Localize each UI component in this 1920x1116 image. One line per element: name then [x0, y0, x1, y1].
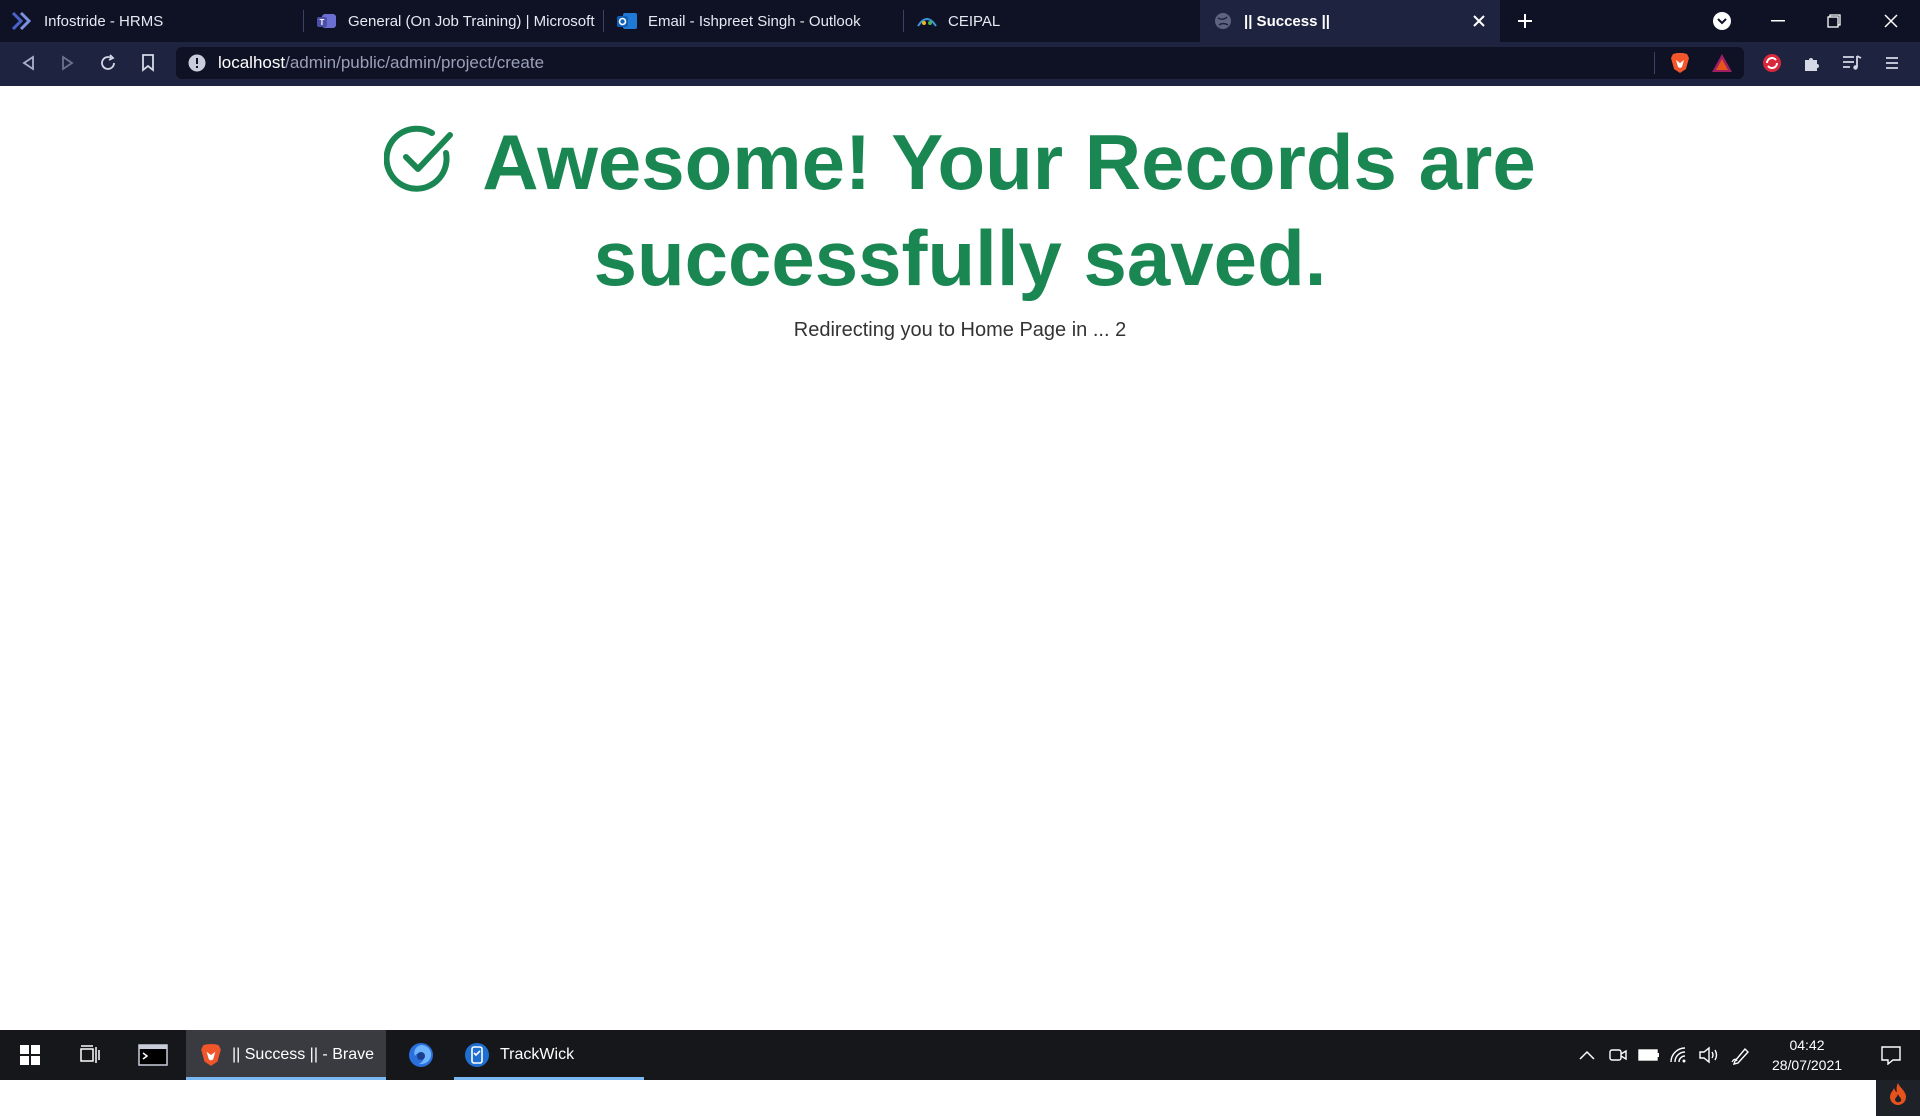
tab-label: General (On Job Training) | Microsoft T — [348, 12, 596, 30]
start-button[interactable] — [0, 1030, 60, 1080]
minimize-icon — [1771, 20, 1785, 22]
media-queue-button[interactable] — [1832, 42, 1872, 84]
puzzle-icon — [1805, 58, 1819, 71]
speaker-icon — [1699, 1046, 1718, 1064]
browser-toolbar: localhost/admin/public/admin/project/cre… — [0, 42, 1920, 84]
headline-text: Awesome! Your Records are successfully s… — [482, 118, 1536, 302]
success-headline: Awesome! Your Records are successfully s… — [140, 114, 1780, 306]
reload-icon — [101, 54, 115, 70]
firefox-icon — [409, 1043, 433, 1067]
notifications-button[interactable] — [1862, 1030, 1920, 1080]
wifi-button[interactable] — [1664, 1030, 1694, 1080]
rewards-triangle-icon — [1712, 54, 1732, 72]
notification-icon — [1881, 1046, 1901, 1065]
close-icon — [1884, 14, 1898, 28]
redirect-message: Redirecting you to Home Page in ... 2 — [793, 319, 1127, 341]
task-view-button[interactable] — [66, 1030, 114, 1080]
minimize-button[interactable] — [1750, 0, 1806, 42]
tab-success[interactable]: || Success || — [1200, 0, 1500, 42]
forward-button[interactable] — [48, 42, 88, 84]
taskbar-trackwick-item[interactable]: TrackWick — [454, 1030, 644, 1080]
extension-red-button[interactable] — [1752, 42, 1792, 84]
restore-icon — [1827, 14, 1841, 28]
tab-label: Email - Ishpreet Singh - Outlook — [648, 12, 861, 30]
taskbar-item-label: TrackWick — [500, 1046, 575, 1063]
reload-button[interactable] — [88, 42, 128, 84]
globe-icon — [1212, 10, 1234, 32]
hamburger-menu-icon — [1886, 57, 1898, 69]
brave-lion-icon — [1671, 53, 1689, 73]
show-hidden-icons-button[interactable] — [1572, 1030, 1602, 1080]
tab-infostride[interactable]: Infostride - HRMS — [0, 0, 300, 42]
tab-label: CEIPAL — [948, 12, 1001, 30]
svg-text:T: T — [320, 18, 325, 27]
bookmark-button[interactable] — [128, 42, 168, 84]
windows-logo-icon — [20, 1045, 40, 1065]
extension-red-icon — [1763, 54, 1781, 72]
taskbar-firefox-item[interactable] — [394, 1030, 448, 1080]
brave-shields-button[interactable] — [1660, 42, 1700, 84]
brave-rewards-button[interactable] — [1702, 42, 1742, 84]
clock-time: 04:42 — [1789, 1037, 1825, 1053]
extensions-button[interactable] — [1792, 42, 1832, 84]
battery-button[interactable] — [1634, 1030, 1664, 1080]
trackwick-icon — [465, 1043, 489, 1067]
taskbar-terminal-button[interactable] — [128, 1030, 178, 1080]
teams-icon: T — [316, 10, 338, 32]
volume-button[interactable] — [1694, 1030, 1724, 1080]
infostride-icon — [12, 10, 34, 32]
pen-icon — [1731, 1047, 1749, 1065]
tab-strip: Infostride - HRMS T General (On Job Trai… — [0, 0, 1920, 42]
bookmark-icon — [142, 54, 154, 72]
terminal-icon — [138, 1044, 168, 1066]
task-view-icon — [80, 1045, 100, 1063]
tab-teams[interactable]: T General (On Job Training) | Microsoft … — [304, 0, 600, 42]
wifi-icon — [1670, 1047, 1686, 1063]
url-host: localhost — [218, 53, 286, 72]
tab-label: || Success || — [1244, 12, 1331, 30]
battery-icon — [1638, 1049, 1659, 1061]
tray-meet-button[interactable] — [1604, 1030, 1632, 1080]
check-circle-icon — [384, 125, 454, 192]
camera-icon — [1609, 1049, 1627, 1061]
taskbar-item-label: || Success || - Brave — [232, 1046, 374, 1063]
restore-button[interactable] — [1806, 0, 1862, 42]
close-window-button[interactable] — [1862, 0, 1920, 42]
brave-icon — [201, 1044, 221, 1066]
close-tab-icon[interactable] — [1468, 10, 1490, 32]
menu-button[interactable] — [1872, 42, 1912, 84]
ceipal-icon — [916, 10, 938, 32]
tab-label: Infostride - HRMS — [44, 12, 164, 30]
tab-search-button[interactable] — [1694, 0, 1750, 42]
clock-date: 28/07/2021 — [1771, 1057, 1843, 1073]
new-tab-button[interactable] — [1497, 0, 1553, 42]
taskbar-brave-item[interactable]: || Success || - Brave — [186, 1030, 386, 1080]
back-arrow-icon — [22, 55, 34, 71]
forward-arrow-icon — [62, 55, 74, 71]
plus-icon — [1518, 14, 1532, 28]
chevron-up-icon — [1579, 1050, 1595, 1060]
outlook-icon — [616, 10, 638, 32]
chevron-down-circle-icon — [1713, 12, 1731, 30]
playlist-icon — [1843, 55, 1862, 70]
tab-ceipal[interactable]: CEIPAL — [904, 0, 1200, 42]
info-icon[interactable] — [188, 54, 206, 72]
address-bar[interactable]: localhost/admin/public/admin/project/cre… — [176, 47, 1744, 79]
page-content: Awesome! Your Records are successfully s… — [0, 86, 1920, 1116]
system-clock[interactable]: 04:42 28/07/2021 — [1752, 1030, 1862, 1080]
url-text[interactable]: localhost/admin/public/admin/project/cre… — [218, 53, 544, 73]
back-button[interactable] — [8, 42, 48, 84]
tab-outlook[interactable]: Email - Ishpreet Singh - Outlook — [604, 0, 900, 42]
windows-taskbar: || Success || - Brave TrackWick 04:42 28… — [0, 1030, 1920, 1080]
url-path: /admin/public/admin/project/create — [285, 53, 545, 72]
flame-icon — [1890, 1083, 1906, 1105]
urlbar-divider — [1654, 52, 1655, 74]
